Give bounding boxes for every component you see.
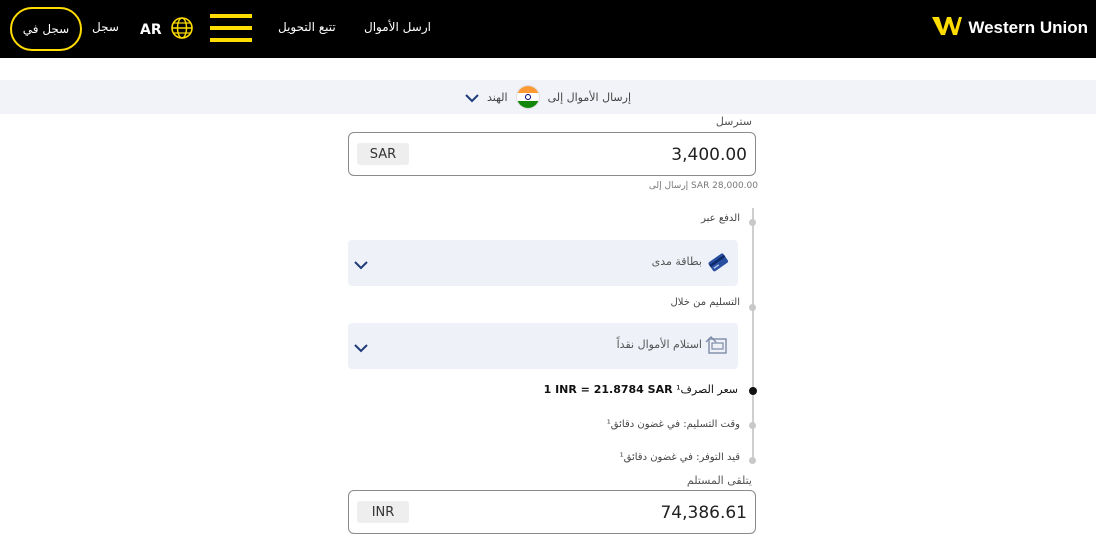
delivery-method-label: التسليم من خلال (670, 297, 741, 308)
globe-icon (170, 16, 194, 44)
wu-logo-icon (932, 17, 963, 39)
exchange-rate-label: سعر الصرف¹ (676, 383, 738, 396)
receive-currency-selector[interactable]: INR (357, 501, 409, 523)
send-money-to-label: إرسال الأموال إلى (547, 90, 632, 104)
register-link[interactable]: سجل (92, 20, 119, 34)
delivery-time-label: وقت التسليم: في غضون دقائق¹ (606, 419, 740, 430)
chevron-down-icon (354, 255, 368, 274)
send-amount-field: SAR (348, 132, 756, 176)
chevron-down-icon[interactable] (465, 88, 479, 107)
india-flag-icon (515, 85, 540, 109)
brand-logo[interactable]: Western Union (932, 17, 1088, 39)
receive-amount-input[interactable] (447, 499, 747, 527)
exchange-rate-value: 1 INR = 21.8784 SAR (543, 383, 673, 396)
nav-track-transfer[interactable]: تتبع التحويل (278, 20, 336, 34)
destination-country-bar[interactable]: الهند إرسال الأموال إلى (0, 80, 1096, 114)
timeline-dot-active (749, 387, 757, 395)
payment-method-value: بطاقة مدى (651, 255, 702, 268)
availability-label: قيد التوفر: في غضون دقائق¹ (619, 452, 740, 463)
payment-method-select[interactable]: بطاقة مدى (348, 240, 738, 286)
cash-pickup-icon (704, 333, 730, 361)
send-amount-input[interactable] (447, 141, 747, 169)
language-selector[interactable]: AR (140, 16, 194, 44)
timeline-dot (749, 219, 756, 226)
timeline-dot (749, 457, 756, 464)
hamburger-menu-icon[interactable] (210, 14, 252, 44)
sign-in-button[interactable]: سجل في (10, 7, 82, 51)
send-limit-note: إرسال إلى SAR 28,000.00 (648, 181, 758, 191)
receive-amount-field: INR (348, 490, 756, 534)
exchange-rate: 1 INR = 21.8784 SAR سعر الصرف¹ (544, 383, 738, 396)
receive-amount-label: يتلقى المستلم (686, 474, 752, 487)
language-label: AR (140, 22, 162, 38)
delivery-method-value: استلام الأموال نقداً (616, 338, 702, 351)
destination-country-name: الهند (486, 90, 508, 104)
timeline-dot (749, 422, 756, 429)
pay-by-label: الدفع عبر (701, 213, 740, 224)
send-currency-selector[interactable]: SAR (357, 143, 409, 165)
send-amount-label: سترسل (715, 115, 752, 128)
delivery-method-select[interactable]: استلام الأموال نقداً (348, 323, 738, 369)
chevron-down-icon (354, 338, 368, 357)
card-icon (706, 250, 730, 278)
brand-name: Western Union (968, 18, 1088, 37)
nav-send-money[interactable]: ارسل الأموال (364, 20, 431, 34)
timeline-dot (749, 304, 756, 311)
top-navigation-bar: سجل في سجل AR تتبع التحويل ارسل الأموال … (0, 0, 1096, 58)
